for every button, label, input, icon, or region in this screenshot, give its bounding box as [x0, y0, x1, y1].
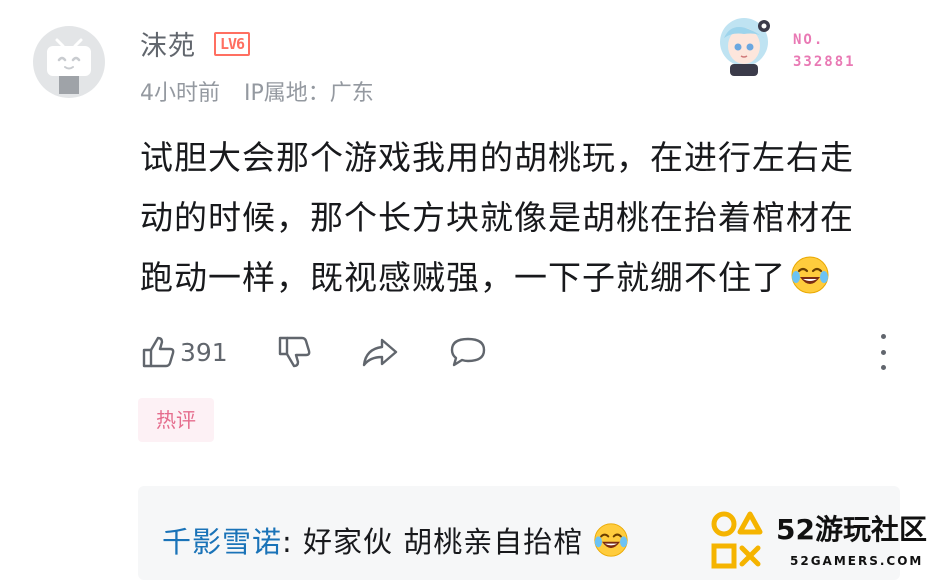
share-button[interactable]	[360, 334, 400, 370]
comment-meta: 4小时前 IP属地：广东	[140, 75, 374, 107]
reply-username[interactable]: 千影雪诺	[162, 525, 282, 559]
comment-time: 4小时前	[140, 81, 220, 106]
reply-text: 好家伙 胡桃亲自抬棺	[303, 525, 584, 559]
more-options-button[interactable]	[874, 334, 892, 370]
fan-badge-avatar[interactable]	[712, 14, 776, 78]
avatar[interactable]	[33, 26, 105, 98]
watermark-subtitle: 52GAMERS.COM	[790, 554, 924, 568]
hot-comment-tag: 热评	[138, 398, 214, 442]
reply-button[interactable]	[448, 334, 488, 370]
anime-character-icon	[720, 18, 770, 76]
reply-item[interactable]: 千影雪诺: 好家伙 胡桃亲自抬棺	[162, 519, 629, 561]
thumbs-up-icon	[142, 336, 175, 368]
laugh-cry-emoji-icon	[791, 256, 829, 294]
laugh-cry-emoji-icon	[594, 523, 629, 557]
level-badge: LV6	[214, 32, 251, 56]
comment-username[interactable]: 沫苑	[140, 24, 196, 63]
watermark-title: 52游玩社区	[776, 513, 927, 546]
tv-avatar-icon	[47, 38, 91, 94]
comment-text-body: 试胆大会那个游戏我用的胡桃玩，在进行左右走动的时候，那个长方块就像是胡桃在抬着棺…	[140, 138, 854, 297]
more-dot-icon	[880, 334, 886, 339]
fan-badge-label: NO.	[793, 32, 825, 48]
thumbs-down-icon	[278, 336, 311, 368]
comment-actions: 391	[140, 333, 488, 371]
like-count: 391	[180, 337, 228, 367]
dislike-button[interactable]	[276, 334, 312, 370]
comment-bubble-icon	[450, 337, 485, 367]
like-button[interactable]: 391	[140, 334, 228, 370]
comment-text: 试胆大会那个游戏我用的胡桃玩，在进行左右走动的时候，那个长方块就像是胡桃在抬着棺…	[140, 128, 880, 308]
reply-separator: :	[282, 525, 293, 559]
more-dot-icon	[880, 365, 886, 370]
fan-badge-number: 332881	[793, 54, 856, 70]
share-icon	[362, 338, 397, 367]
more-dot-icon	[880, 349, 886, 355]
comment-ip-location: IP属地：广东	[244, 81, 374, 106]
